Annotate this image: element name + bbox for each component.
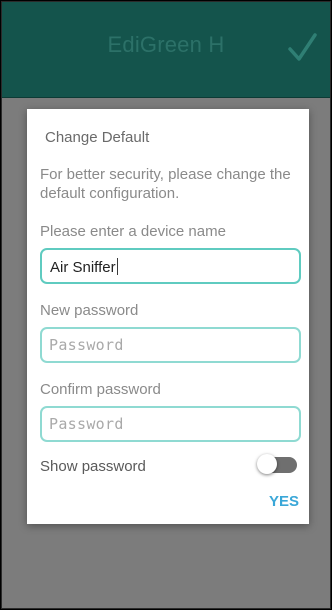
change-default-dialog: Change Default For better security, plea…	[27, 109, 309, 524]
confirm-password-label: Confirm password	[40, 381, 161, 398]
check-icon	[288, 33, 317, 61]
device-name-value: Air Sniffer	[50, 258, 118, 276]
dialog-title: Change Default	[45, 129, 150, 146]
device-name-label: Please enter a device name	[40, 223, 226, 240]
new-password-label: New password	[40, 302, 139, 319]
confirm-button[interactable]	[282, 28, 322, 68]
app-title: EdiGreen H	[107, 32, 225, 57]
yes-button[interactable]: YES	[255, 493, 299, 510]
confirm-password-placeholder: Password	[49, 415, 124, 433]
dialog-message: For better security, please change the d…	[40, 166, 291, 202]
new-password-placeholder: Password	[49, 336, 124, 354]
show-password-label: Show password	[40, 458, 146, 475]
text-caret	[116, 258, 118, 275]
confirm-password-field[interactable]: Password	[40, 406, 301, 442]
device-name-field[interactable]: Air Sniffer	[40, 248, 301, 284]
toggle-thumb	[257, 454, 277, 474]
show-password-toggle[interactable]	[257, 453, 299, 477]
app-bar: EdiGreen H	[2, 2, 330, 98]
new-password-field[interactable]: Password	[40, 327, 301, 363]
phone-screen: EdiGreen H Change Default For better sec…	[1, 1, 331, 609]
